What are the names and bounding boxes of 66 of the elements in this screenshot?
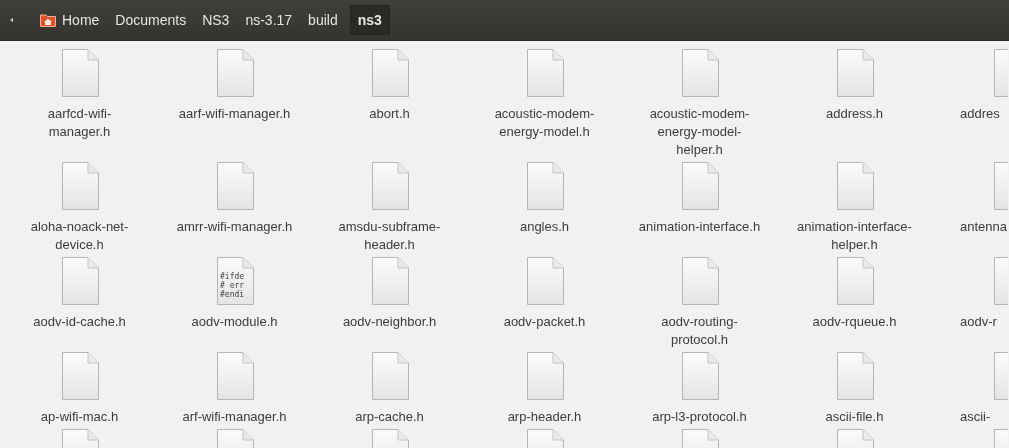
document-icon — [60, 49, 99, 97]
document-icon — [680, 257, 719, 305]
document-icon — [993, 352, 1008, 400]
file-name[interactable]: aodv-id-cache.h — [18, 313, 141, 331]
document-icon — [215, 162, 254, 210]
file-name[interactable]: acoustic-modem-energy-model.h — [483, 105, 606, 141]
breadcrumb-button[interactable]: build — [300, 5, 346, 35]
document-icon — [993, 162, 1008, 210]
document-icon — [60, 352, 99, 400]
document-icon — [835, 162, 874, 210]
file-name[interactable]: ascii- — [932, 408, 991, 426]
document-icon — [370, 257, 409, 305]
document-icon — [370, 162, 409, 210]
file-name[interactable]: arf-wifi-manager.h — [173, 408, 296, 426]
document-icon — [835, 257, 874, 305]
file-name[interactable]: aodv-neighbor.h — [328, 313, 451, 331]
preview-text: # err — [219, 281, 244, 290]
document-icon — [525, 162, 564, 210]
source-file-icon — [216, 257, 254, 305]
document-icon — [215, 49, 254, 97]
document-icon — [993, 257, 1008, 305]
file-name[interactable]: amsdu-subframe-header.h — [328, 218, 451, 254]
file-name[interactable]: ascii-file.h — [793, 408, 916, 426]
file-name[interactable]: abort.h — [328, 105, 451, 123]
file-name[interactable]: antenna — [932, 218, 1007, 236]
file-name[interactable]: aodv-routing-protocol.h — [638, 313, 761, 349]
preview-text: #endi — [219, 290, 244, 299]
breadcrumb-button[interactable]: NS3 — [194, 5, 238, 35]
document-icon — [993, 49, 1008, 97]
document-icon — [525, 257, 564, 305]
file-name[interactable]: aodv-packet.h — [483, 313, 606, 331]
home-folder-icon — [40, 13, 56, 27]
breadcrumb-button[interactable]: ns-3.17 — [237, 5, 301, 35]
preview-text: #ifde — [219, 272, 244, 281]
document-icon — [680, 162, 719, 210]
document-icon — [60, 162, 99, 210]
file-name[interactable]: aloha-noack-net-device.h — [18, 218, 141, 254]
document-icon — [60, 257, 99, 305]
breadcrumb-button[interactable]: ns3 — [349, 5, 390, 35]
document-icon — [680, 352, 719, 400]
document-icon — [370, 352, 409, 400]
document-icon — [680, 49, 719, 97]
file-name[interactable]: ap-wifi-mac.h — [18, 408, 141, 426]
document-icon — [835, 49, 874, 97]
file-name[interactable]: aarfcd-wifi-manager.h — [18, 105, 141, 141]
breadcrumb-button[interactable]: Home — [32, 5, 108, 35]
file-name[interactable]: amrr-wifi-manager.h — [173, 218, 296, 236]
file-name[interactable]: angles.h — [483, 218, 606, 236]
file-name[interactable]: acoustic-modem-energy-model-helper.h — [638, 105, 761, 159]
file-name[interactable]: aarf-wifi-manager.h — [173, 105, 296, 123]
document-icon — [215, 352, 254, 400]
file-name[interactable]: aodv-rqueue.h — [793, 313, 916, 331]
file-name[interactable]: animation-interface-helper.h — [793, 218, 916, 254]
document-icon — [370, 49, 409, 97]
document-icon — [525, 49, 564, 97]
document-icon — [525, 352, 564, 400]
file-name[interactable]: aodv-r — [932, 313, 997, 331]
file-name[interactable]: aodv-module.h — [173, 313, 296, 331]
file-name[interactable]: animation-interface.h — [638, 218, 761, 236]
file-name[interactable]: address.h — [793, 105, 916, 123]
file-name[interactable]: arp-l3-protocol.h — [638, 408, 761, 426]
file-name[interactable]: addres — [932, 105, 1000, 123]
breadcrumb-button[interactable]: Documents — [107, 5, 195, 35]
file-name[interactable]: arp-header.h — [483, 408, 606, 426]
document-icon — [835, 352, 874, 400]
file-name[interactable]: arp-cache.h — [328, 408, 451, 426]
